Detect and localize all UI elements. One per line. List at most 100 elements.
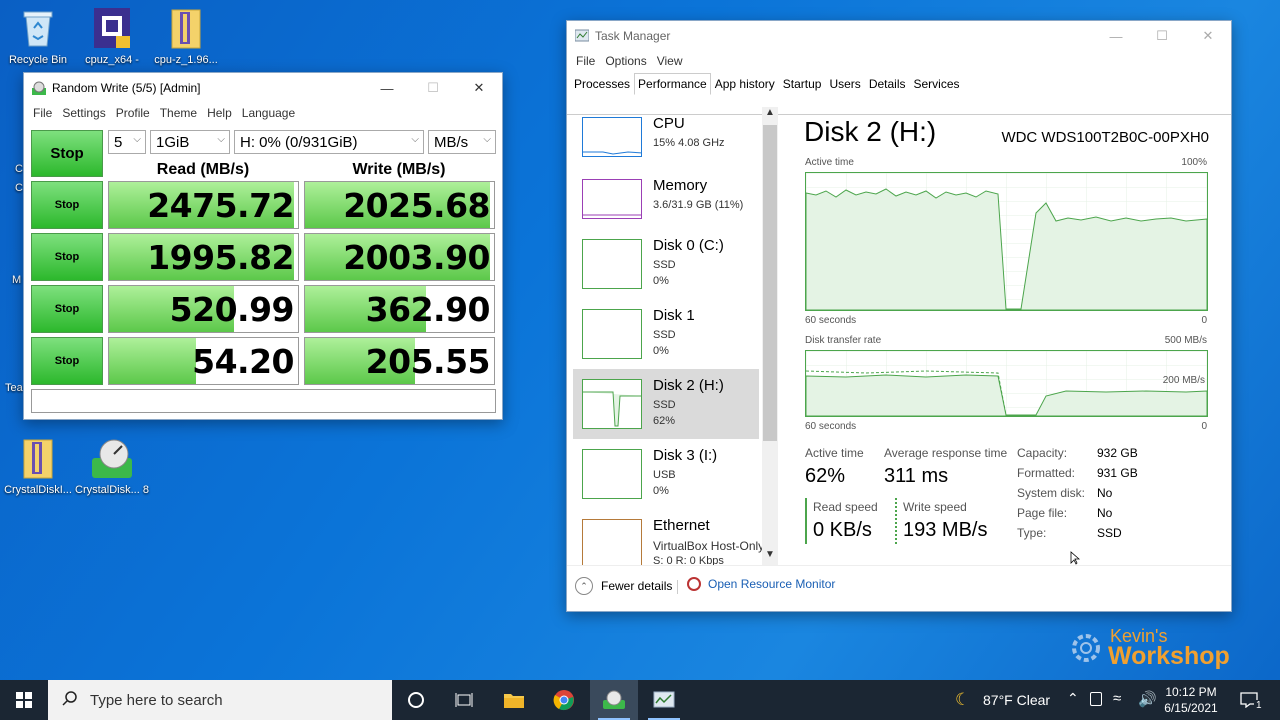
tab-details[interactable]: Details bbox=[865, 73, 910, 95]
gear-icon bbox=[1072, 634, 1100, 662]
read-result-bar bbox=[109, 338, 196, 384]
cdm-titlebar[interactable]: Random Write (5/5) [Admin] — ☐ ✕ bbox=[24, 73, 502, 103]
test-size-select[interactable]: 1GiB ⌵ bbox=[150, 130, 230, 154]
task-manager-taskbar-button[interactable] bbox=[640, 680, 688, 720]
chevron-down-icon: ⌵ bbox=[483, 134, 491, 145]
sidebar-scrollbar[interactable]: ▲ ▼ bbox=[762, 107, 778, 565]
crystaldiskmark-icon bbox=[32, 81, 46, 95]
page-file-value: No bbox=[1097, 506, 1113, 520]
menu-theme[interactable]: Theme bbox=[155, 106, 202, 120]
chevron-up-icon[interactable]: ▲ bbox=[762, 107, 778, 123]
stop-all-button[interactable]: Stop bbox=[31, 130, 103, 177]
chevron-down-icon: ⌵ bbox=[217, 134, 225, 145]
maximize-button[interactable]: ☐ bbox=[1139, 21, 1185, 51]
fewer-details-label: Fewer details bbox=[601, 579, 673, 593]
open-resource-monitor-link[interactable]: Open Resource Monitor bbox=[687, 577, 835, 591]
row-stop-button[interactable]: Stop bbox=[31, 337, 103, 385]
tm-titlebar[interactable]: Task Manager — ☐ ✕ bbox=[567, 21, 1231, 51]
tab-users[interactable]: Users bbox=[825, 73, 864, 95]
device-icon[interactable] bbox=[1090, 692, 1102, 706]
scrollbar-thumb[interactable] bbox=[763, 125, 777, 441]
desktop-icon-crystaldiskmark[interactable]: CrystalDisk... 8 bbox=[74, 436, 150, 497]
menu-profile[interactable]: Profile bbox=[111, 106, 155, 120]
read-result-value: 520.99 bbox=[169, 289, 295, 329]
crystaldiskmark-taskbar-button[interactable] bbox=[590, 680, 638, 720]
drive-select[interactable]: H: 0% (0/931GiB) ⌵ bbox=[234, 130, 424, 154]
sidebar-item-ethernet[interactable]: Ethernet VirtualBox Host-Only S: 0 R: 0 … bbox=[573, 509, 764, 565]
active-time-graph bbox=[805, 172, 1208, 311]
menu-settings[interactable]: Settings bbox=[57, 106, 110, 120]
tab-services[interactable]: Services bbox=[910, 73, 964, 95]
desktop-icon-crystaldiskinfo[interactable]: CrystalDiskI... bbox=[0, 436, 76, 497]
tab-startup[interactable]: Startup bbox=[779, 73, 826, 95]
menu-file[interactable]: File bbox=[571, 54, 600, 68]
row-stop-button[interactable]: Stop bbox=[31, 285, 103, 333]
recycle-bin-icon bbox=[16, 6, 60, 50]
tab-app-history[interactable]: App history bbox=[711, 73, 779, 95]
chrome-button[interactable] bbox=[540, 680, 588, 720]
desktop-icon-label: CrystalDisk... 8 bbox=[75, 484, 149, 496]
graph2-max: 500 MB/s bbox=[1164, 335, 1207, 346]
desktop-icon-cpuz-zip[interactable]: cpu-z_1.96... bbox=[148, 6, 224, 67]
write-result: 2025.68 bbox=[304, 181, 495, 229]
tab-processes[interactable]: Processes bbox=[570, 73, 634, 95]
fewer-details-button[interactable]: ⌃ Fewer details bbox=[575, 577, 672, 595]
chevron-down-icon[interactable]: ▼ bbox=[762, 549, 778, 565]
minimize-button[interactable]: — bbox=[364, 73, 410, 103]
task-view-button[interactable] bbox=[440, 680, 488, 720]
graph2-zero-label: 0 bbox=[1201, 421, 1207, 432]
sidebar-item-cpu[interactable]: CPU 15% 4.08 GHz bbox=[573, 107, 759, 173]
watermark-line2: Workshop bbox=[1108, 642, 1230, 670]
desktop-icon-cpuz[interactable]: cpuz_x64 - bbox=[74, 6, 150, 67]
sidebar-item-memory[interactable]: Memory 3.6/31.9 GB (11%) bbox=[573, 169, 759, 235]
formatted-value: 931 GB bbox=[1097, 466, 1138, 480]
taskbar-search-box[interactable]: Type here to search bbox=[48, 680, 392, 720]
sidebar-item-disk2[interactable]: Disk 2 (H:) SSD 62% bbox=[573, 369, 759, 439]
tm-menubar: File Options View bbox=[567, 51, 1231, 71]
system-disk-label: System disk: bbox=[1017, 486, 1086, 500]
unit-select[interactable]: MB/s ⌵ bbox=[428, 130, 496, 154]
disk1-thumbnail bbox=[582, 309, 642, 359]
write-result: 2003.90 bbox=[304, 233, 495, 281]
comment-input[interactable] bbox=[31, 389, 496, 413]
weather-text[interactable]: 87°F Clear bbox=[983, 692, 1050, 708]
capacity-label: Capacity: bbox=[1017, 446, 1068, 460]
menu-view[interactable]: View bbox=[652, 54, 688, 68]
sidebar-item-label: Ethernet bbox=[653, 517, 710, 534]
menu-options[interactable]: Options bbox=[600, 54, 651, 68]
weather-moon-icon[interactable]: ☾ bbox=[955, 690, 970, 710]
sidebar-item-detail: SSD bbox=[653, 399, 676, 411]
sidebar-item-disk1[interactable]: Disk 1 SSD 0% bbox=[573, 299, 759, 365]
cpu-thumbnail bbox=[582, 117, 642, 157]
desktop-icon-label: cpu-z_1.96... bbox=[154, 54, 218, 66]
row-stop-button[interactable]: Stop bbox=[31, 233, 103, 281]
test-count-select[interactable]: 5 ⌵ bbox=[108, 130, 146, 154]
sidebar-item-disk3[interactable]: Disk 3 (I:) USB 0% bbox=[573, 439, 759, 505]
close-button[interactable]: ✕ bbox=[1185, 21, 1231, 51]
stop-all-label: Stop bbox=[50, 145, 84, 162]
clock[interactable]: 10:12 PM 6/15/2021 bbox=[1160, 684, 1222, 716]
menu-file[interactable]: File bbox=[28, 106, 57, 120]
type-value: SSD bbox=[1097, 526, 1122, 540]
wifi-icon[interactable]: ≈ bbox=[1113, 690, 1121, 707]
notification-center-button[interactable]: 1 bbox=[1232, 680, 1272, 720]
tab-performance[interactable]: Performance bbox=[634, 73, 711, 95]
cortana-button[interactable] bbox=[392, 680, 440, 720]
menu-language[interactable]: Language bbox=[237, 106, 300, 120]
show-hidden-icons-chevron-icon[interactable]: ⌃ bbox=[1067, 690, 1079, 707]
read-result-value: 1995.82 bbox=[147, 237, 294, 277]
desktop-icon-recycle-bin[interactable]: Recycle Bin bbox=[0, 6, 76, 67]
sidebar-item-disk0[interactable]: Disk 0 (C:) SSD 0% bbox=[573, 229, 759, 295]
start-button[interactable] bbox=[0, 680, 48, 720]
close-button[interactable]: ✕ bbox=[456, 73, 502, 103]
sidebar-item-detail: SSD bbox=[653, 329, 676, 341]
menu-help[interactable]: Help bbox=[202, 106, 237, 120]
file-explorer-button[interactable] bbox=[490, 680, 538, 720]
volume-icon[interactable]: 🔊 bbox=[1138, 690, 1157, 708]
row-stop-button[interactable]: Stop bbox=[31, 181, 103, 229]
graph1-zero-label: 0 bbox=[1201, 315, 1207, 326]
write-result-value: 2003.90 bbox=[343, 237, 490, 277]
minimize-button[interactable]: — bbox=[1093, 21, 1139, 51]
maximize-button[interactable]: ☐ bbox=[410, 73, 456, 103]
task-manager-icon bbox=[653, 691, 675, 708]
